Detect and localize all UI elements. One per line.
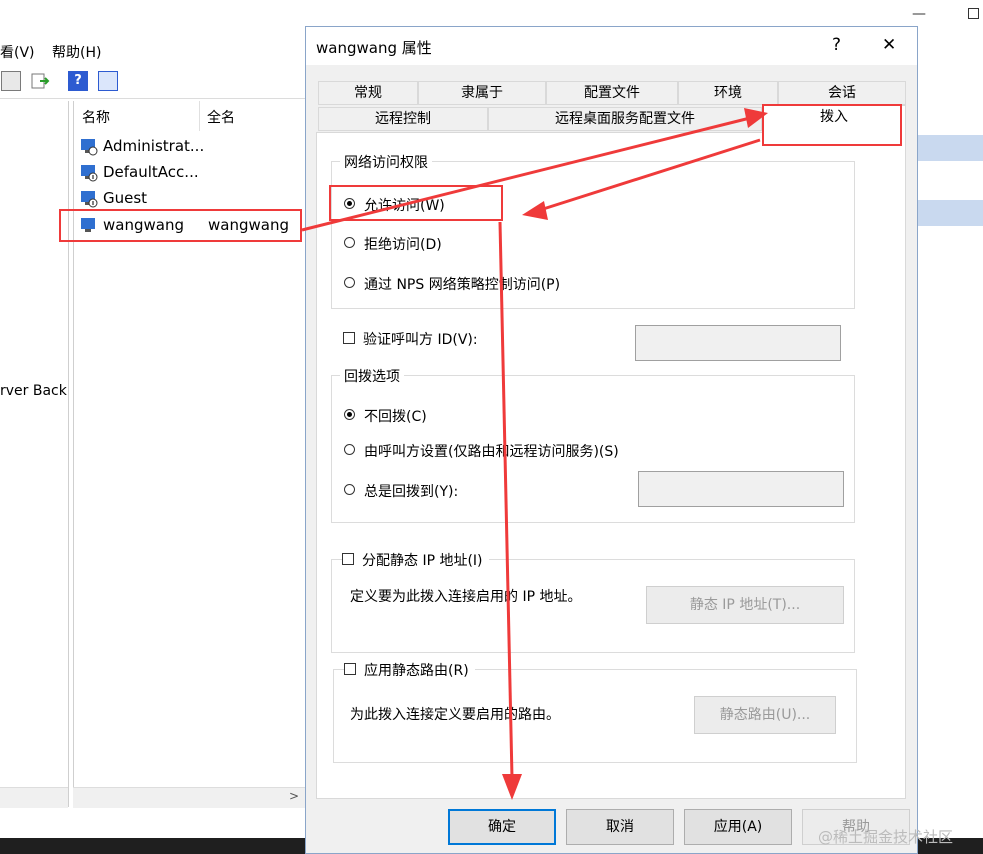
static-ip-checkbox[interactable]: 分配静态 IP 地址(I): [342, 550, 489, 570]
callback-number-input[interactable]: [638, 471, 844, 507]
export-list-icon[interactable]: [30, 71, 50, 91]
console-tree[interactable]: rver Back: [0, 101, 69, 807]
cancel-button[interactable]: 取消: [566, 809, 674, 845]
disabled-user-icon: [81, 191, 98, 208]
checkbox-icon: [342, 553, 354, 565]
static-ip-description: 定义要为此拨入连接启用的 IP 地址。: [350, 589, 582, 605]
help-icon[interactable]: ?: [68, 71, 88, 91]
actions-header[interactable]: [918, 200, 983, 226]
highlight-dial-in-tab: [762, 104, 902, 146]
static-route-description: 为此拨入连接定义要启用的路由。: [350, 707, 560, 723]
tab-member-of[interactable]: 隶属于: [418, 81, 546, 105]
user-name: DefaultAcc...: [103, 163, 199, 181]
nps-policy-radio[interactable]: 通过 NPS 网络策略控制访问(P): [344, 274, 560, 294]
close-icon[interactable]: ✕: [882, 35, 896, 55]
dial-in-panel: 网络访问权限 允许访问(W) 拒绝访问(D) 通过 NPS 网络策略控制访问(P…: [316, 132, 906, 799]
table-row[interactable]: Administrat...: [80, 135, 300, 159]
highlight-wangwang-row: [59, 209, 302, 242]
always-callback-radio[interactable]: 总是回拨到(Y):: [344, 481, 458, 501]
dialog-title: wangwang 属性: [316, 39, 432, 57]
tab-sessions[interactable]: 会话: [778, 81, 906, 105]
highlight-allow-access: [329, 185, 503, 221]
network-access-group: 网络访问权限 允许访问(W) 拒绝访问(D) 通过 NPS 网络策略控制访问(P…: [331, 152, 855, 309]
table-row[interactable]: DefaultAcc...: [80, 161, 300, 185]
no-callback-radio[interactable]: 不回拨(C): [344, 406, 427, 426]
static-route-checkbox[interactable]: 应用静态路由(R): [344, 660, 475, 680]
deny-access-radio[interactable]: 拒绝访问(D): [344, 234, 442, 254]
static-route-group: 应用静态路由(R) 为此拨入连接定义要启用的路由。 静态路由(U)...: [333, 660, 857, 763]
tab-profile[interactable]: 配置文件: [546, 81, 678, 105]
ok-button[interactable]: 确定: [448, 809, 556, 845]
group-title: 回拨选项: [340, 366, 404, 386]
user-list[interactable]: 名称 全名 Administrat... DefaultAcc... Guest…: [73, 101, 306, 807]
properties-icon[interactable]: [1, 71, 21, 91]
caller-id-input[interactable]: [635, 325, 841, 361]
radio-icon: [344, 484, 355, 495]
list-horizontal-scrollbar[interactable]: >: [73, 787, 305, 808]
actions-pane: [918, 100, 983, 840]
properties-dialog: wangwang 属性 ? ✕ 常规 隶属于 配置文件 环境 会话 远程控制 远…: [305, 26, 918, 854]
tab-environment[interactable]: 环境: [678, 81, 778, 105]
dialog-titlebar: wangwang 属性 ? ✕: [306, 27, 917, 65]
radio-icon: [344, 237, 355, 248]
radio-selected-icon: [344, 409, 355, 420]
disabled-user-icon: [81, 165, 98, 182]
window-maximize-button[interactable]: [968, 8, 979, 19]
help-icon[interactable]: ?: [832, 35, 841, 55]
apply-button[interactable]: 应用(A): [684, 809, 792, 845]
scroll-right-icon[interactable]: >: [289, 789, 299, 803]
tab-rds-profile[interactable]: 远程桌面服务配置文件: [488, 107, 762, 131]
callback-options-group: 回拨选项 不回拨(C) 由呼叫方设置(仅路由和远程访问服务)(S) 总是回拨到(…: [331, 366, 855, 523]
user-icon: [81, 139, 98, 156]
table-row[interactable]: Guest: [80, 187, 300, 211]
column-name[interactable]: 名称: [82, 107, 110, 127]
radio-icon: [344, 277, 355, 288]
tree-item-partial[interactable]: rver Back: [0, 383, 67, 399]
tab-remote-control[interactable]: 远程控制: [318, 107, 488, 131]
tree-horizontal-scrollbar[interactable]: [0, 787, 68, 808]
caller-set-callback-radio[interactable]: 由呼叫方设置(仅路由和远程访问服务)(S): [344, 441, 619, 461]
actions-header[interactable]: [918, 135, 983, 161]
static-ip-group: 分配静态 IP 地址(I) 定义要为此拨入连接启用的 IP 地址。 静态 IP …: [331, 550, 855, 653]
static-ip-button[interactable]: 静态 IP 地址(T)...: [646, 586, 844, 624]
column-separator[interactable]: [199, 101, 200, 131]
tab-general[interactable]: 常规: [318, 81, 418, 105]
watermark: @稀土掘金技术社区: [818, 828, 954, 846]
toolbar: ?: [0, 66, 305, 99]
column-fullname[interactable]: 全名: [207, 107, 235, 127]
user-name: Guest: [103, 189, 148, 207]
radio-icon: [344, 444, 355, 455]
show-hide-pane-icon[interactable]: [98, 71, 118, 91]
group-title: 网络访问权限: [340, 152, 432, 172]
static-route-button[interactable]: 静态路由(U)...: [694, 696, 836, 734]
menu-help[interactable]: 帮助(H): [52, 42, 101, 62]
verify-caller-id-checkbox[interactable]: 验证呼叫方 ID(V):: [343, 329, 478, 349]
window-minimize-button[interactable]: —: [912, 6, 926, 22]
menu-bar: 看(V) 帮助(H): [0, 36, 305, 64]
user-name: Administrat...: [103, 137, 205, 155]
menu-view[interactable]: 看(V): [0, 42, 35, 62]
checkbox-icon: [343, 332, 355, 344]
checkbox-icon: [344, 663, 356, 675]
